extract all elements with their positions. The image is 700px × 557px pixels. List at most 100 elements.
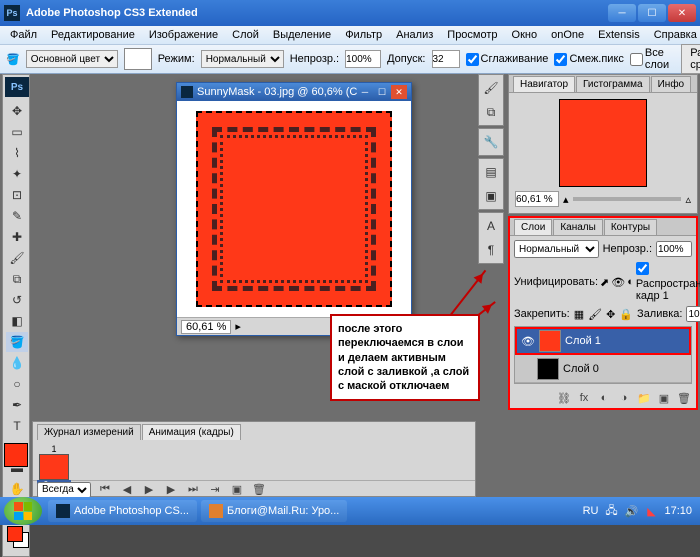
delete-layer-icon[interactable]: 🗑 xyxy=(676,390,692,406)
actions-panel-icon[interactable]: ▣ xyxy=(482,187,500,205)
workspace-button[interactable]: Рабочая среда ▾ xyxy=(681,44,700,74)
maximize-button[interactable]: ☐ xyxy=(638,4,666,22)
stamp-tool[interactable]: ⧉ xyxy=(6,269,28,289)
tab-animation[interactable]: Анимация (кадры) xyxy=(142,424,241,440)
menu-analysis[interactable]: Анализ xyxy=(390,29,439,41)
navigator-thumbnail[interactable] xyxy=(559,99,647,187)
doc-maximize-button[interactable]: ☐ xyxy=(374,85,390,99)
tab-navigator[interactable]: Навигатор xyxy=(513,76,575,92)
blur-tool[interactable]: 💧 xyxy=(6,353,28,373)
menu-filter[interactable]: Фильтр xyxy=(339,29,388,41)
history-brush-tool[interactable]: ↺ xyxy=(6,290,28,310)
character-panel-icon[interactable]: A xyxy=(482,217,500,235)
eyedropper-tool[interactable]: ✎ xyxy=(6,206,28,226)
pattern-swatch[interactable] xyxy=(124,48,152,70)
brushes-panel-icon[interactable]: 🖌 xyxy=(482,79,500,97)
canvas[interactable] xyxy=(177,101,411,317)
bucket-tool[interactable]: 🪣 xyxy=(6,332,28,352)
type-tool[interactable]: T xyxy=(6,416,28,436)
menu-file[interactable]: Файл xyxy=(4,29,43,41)
menu-window[interactable]: Окно xyxy=(506,29,544,41)
tab-histogram[interactable]: Гистограмма xyxy=(576,76,650,92)
visibility-icon[interactable]: 👁 xyxy=(521,334,535,348)
propagate-checkbox[interactable]: Распространить кадр 1 xyxy=(636,262,700,302)
new-layer-icon[interactable]: ▣ xyxy=(656,390,672,406)
link-layers-icon[interactable]: ⛓ xyxy=(556,390,572,406)
tab-measurement-log[interactable]: Журнал измерений xyxy=(37,424,141,440)
tray-network-icon[interactable]: 🖧 xyxy=(604,504,618,518)
lasso-tool[interactable]: ⌇ xyxy=(6,143,28,163)
zoom-value[interactable]: 60,61 % xyxy=(181,320,231,334)
taskbar-app-photoshop[interactable]: Adobe Photoshop CS... xyxy=(48,500,197,522)
last-frame-icon[interactable]: ⏭ xyxy=(185,483,201,497)
tray-antivirus-icon[interactable]: ◣ xyxy=(644,504,658,518)
lock-pixels-icon[interactable]: 🖌 xyxy=(588,308,602,321)
lock-transparent-icon[interactable]: ▦ xyxy=(574,308,584,321)
taskbar-app-browser[interactable]: Блоги@Mail.Ru: Уро... xyxy=(201,500,347,522)
tab-paths[interactable]: Контуры xyxy=(604,219,657,235)
antialias-checkbox[interactable]: Сглаживание xyxy=(466,53,549,66)
menu-layer[interactable]: Слой xyxy=(226,29,265,41)
tray-volume-icon[interactable]: 🔊 xyxy=(624,504,638,518)
tool-presets-icon[interactable]: 🔧 xyxy=(482,133,500,151)
tab-layers[interactable]: Слои xyxy=(514,219,552,235)
visibility-icon[interactable] xyxy=(519,362,533,376)
zoom-slider[interactable] xyxy=(573,197,682,201)
canvas-content[interactable] xyxy=(196,111,392,307)
tab-channels[interactable]: Каналы xyxy=(553,219,603,235)
doc-close-button[interactable]: ✕ xyxy=(391,85,407,99)
doc-minimize-button[interactable]: ─ xyxy=(357,85,373,99)
lock-all-icon[interactable]: 🔒 xyxy=(619,308,633,321)
all-layers-checkbox[interactable]: Все слои xyxy=(630,47,669,71)
minimize-button[interactable]: ─ xyxy=(608,4,636,22)
lock-position-icon[interactable]: ✥ xyxy=(606,308,615,321)
layer-item-1[interactable]: 👁 Слой 1 xyxy=(515,327,691,355)
document-titlebar[interactable]: SunnyMask - 03.jpg @ 60,6% (Слой 1... ─ … xyxy=(177,83,411,101)
fill-source-select[interactable]: Основной цвет xyxy=(26,50,118,68)
eraser-tool[interactable]: ◧ xyxy=(6,311,28,331)
layer-fill-input[interactable] xyxy=(686,306,700,322)
close-button[interactable]: ✕ xyxy=(668,4,696,22)
start-button[interactable] xyxy=(4,497,42,525)
menu-edit[interactable]: Редактирование xyxy=(45,29,141,41)
wand-tool[interactable]: ✦ xyxy=(6,164,28,184)
opacity-input[interactable] xyxy=(345,50,381,68)
unify-position-icon[interactable]: ⬈ xyxy=(600,276,609,289)
tolerance-input[interactable] xyxy=(432,50,460,68)
brush-tool[interactable]: 🖌 xyxy=(6,248,28,268)
color-swatches[interactable] xyxy=(5,524,27,554)
layer-opacity-input[interactable] xyxy=(656,241,692,257)
marquee-tool[interactable]: ▭ xyxy=(6,122,28,142)
navigator-zoom-input[interactable] xyxy=(515,191,559,207)
menu-extensis[interactable]: Extensis xyxy=(592,29,646,41)
menu-help[interactable]: Справка xyxy=(648,29,700,41)
contiguous-checkbox[interactable]: Смеж.пикс xyxy=(554,53,623,66)
menu-view[interactable]: Просмотр xyxy=(441,29,503,41)
unify-visibility-icon[interactable]: 👁 xyxy=(611,276,625,289)
fg-color-swatch[interactable] xyxy=(7,526,23,542)
clone-panel-icon[interactable]: ⧉ xyxy=(482,103,500,121)
heal-tool[interactable]: ✚ xyxy=(6,227,28,247)
prev-frame-icon[interactable]: ◀ xyxy=(119,483,135,497)
zoom-in-icon[interactable]: ▵ xyxy=(685,193,691,206)
pen-tool[interactable]: ✒ xyxy=(6,395,28,415)
unify-style-icon[interactable]: ◐ xyxy=(627,276,634,288)
menu-onone[interactable]: onOne xyxy=(545,29,590,41)
tween-icon[interactable]: ⇥ xyxy=(207,483,223,497)
play-icon[interactable]: ▶ xyxy=(141,483,157,497)
menu-select[interactable]: Выделение xyxy=(267,29,337,41)
layer-blend-select[interactable]: Нормальный xyxy=(514,240,599,258)
dodge-tool[interactable]: ○ xyxy=(6,374,28,394)
delete-frame-icon[interactable]: 🗑 xyxy=(251,483,267,497)
next-frame-icon[interactable]: ▶ xyxy=(163,483,179,497)
zoom-out-icon[interactable]: ▴ xyxy=(563,193,569,206)
layer-style-icon[interactable]: fx xyxy=(576,390,592,406)
adjustment-layer-icon[interactable]: ◑ xyxy=(616,390,632,406)
paragraph-panel-icon[interactable]: ¶ xyxy=(482,241,500,259)
loop-select[interactable]: Всегда xyxy=(37,482,91,498)
layer-comps-icon[interactable]: ▤ xyxy=(482,163,500,181)
blend-mode-select[interactable]: Нормальный xyxy=(201,50,284,68)
status-arrow-icon[interactable]: ▸ xyxy=(235,320,241,333)
menu-image[interactable]: Изображение xyxy=(143,29,224,41)
tray-lang[interactable]: RU xyxy=(583,505,599,517)
